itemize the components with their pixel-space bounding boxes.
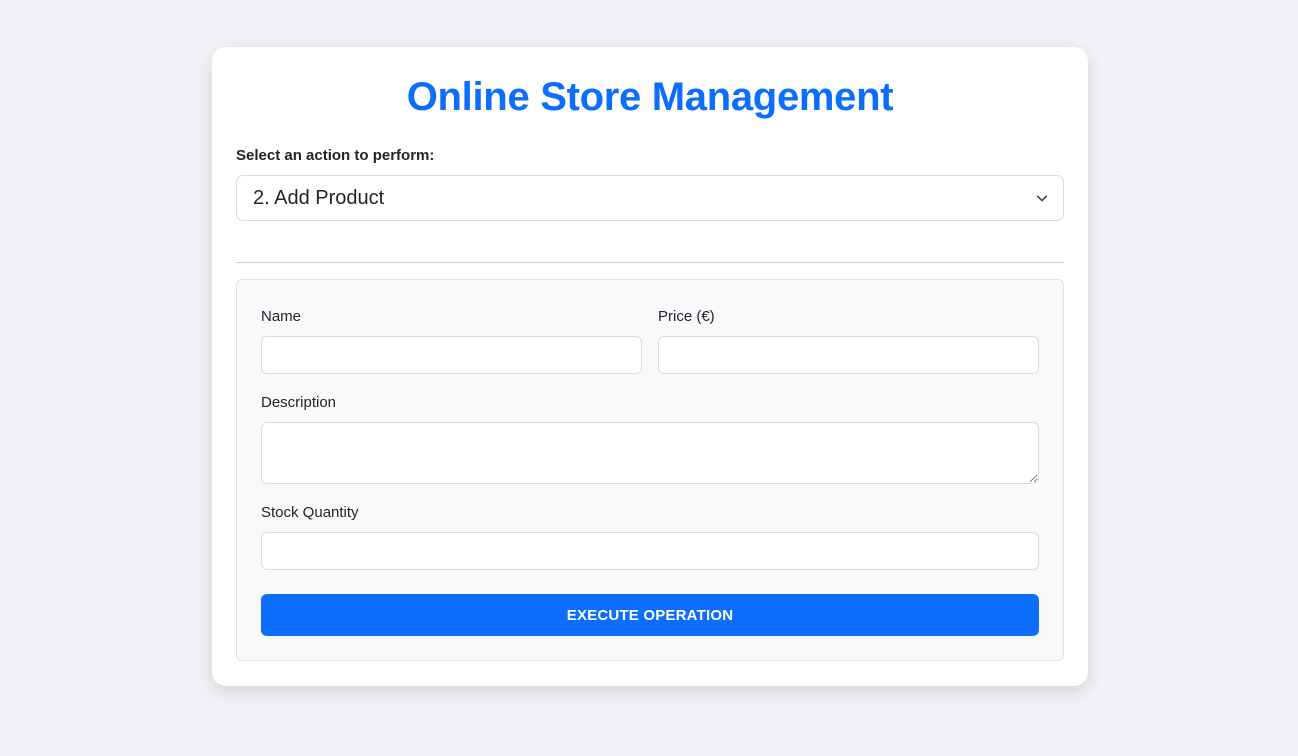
stock-quantity-input[interactable]	[261, 532, 1039, 570]
page-title: Online Store Management	[406, 75, 894, 119]
action-select-value: 2. Add Product	[253, 187, 385, 209]
name-input[interactable]	[261, 336, 642, 374]
price-label: Price (€)	[658, 308, 715, 325]
add-product-form: Name Price (€) Description Stock Quantit…	[236, 279, 1064, 661]
description-textarea[interactable]	[261, 422, 1039, 484]
chevron-down-icon	[1036, 195, 1048, 202]
price-input[interactable]	[658, 336, 1039, 374]
store-card: Online Store Management Select an action…	[212, 47, 1088, 686]
action-select[interactable]: 2. Add Product	[236, 175, 1064, 221]
stock-quantity-label: Stock Quantity	[261, 504, 359, 521]
execute-operation-button[interactable]: EXECUTE OPERATION	[261, 594, 1039, 636]
description-label: Description	[261, 394, 337, 411]
action-select-label: Select an action to perform:	[236, 147, 435, 164]
name-label: Name	[261, 308, 302, 325]
section-divider	[236, 262, 1064, 263]
